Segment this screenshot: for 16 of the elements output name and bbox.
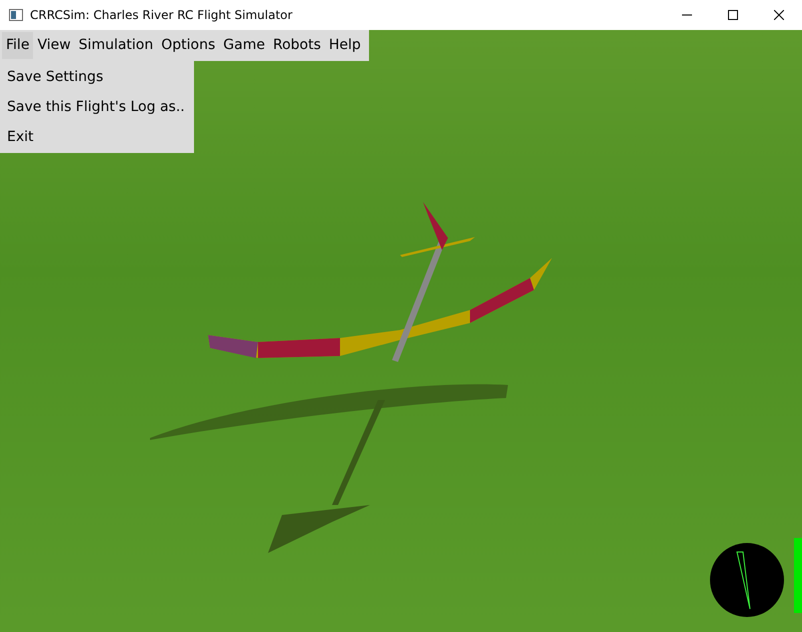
- menu-item[interactable]: File: [2, 32, 34, 59]
- app-icon: [9, 9, 23, 21]
- menu-item[interactable]: Help: [324, 32, 365, 59]
- menu-item[interactable]: Simulation: [74, 32, 158, 59]
- throttle-bar-icon: [794, 538, 802, 613]
- window-title: CRRCSim: Charles River RC Flight Simulator: [30, 7, 292, 24]
- menu-item[interactable]: Options: [157, 32, 220, 59]
- menu-entry[interactable]: Exit: [0, 122, 194, 152]
- menu-item[interactable]: Game: [219, 32, 269, 59]
- menu-entry[interactable]: Save this Flight's Log as..: [0, 92, 194, 122]
- menu-entry[interactable]: Save Settings: [0, 62, 194, 92]
- menu-item[interactable]: View: [33, 32, 75, 59]
- menu-item[interactable]: Robots: [268, 32, 325, 59]
- close-icon: [774, 10, 784, 20]
- maximize-icon: [728, 10, 738, 20]
- compass-gauge-icon: [710, 543, 784, 617]
